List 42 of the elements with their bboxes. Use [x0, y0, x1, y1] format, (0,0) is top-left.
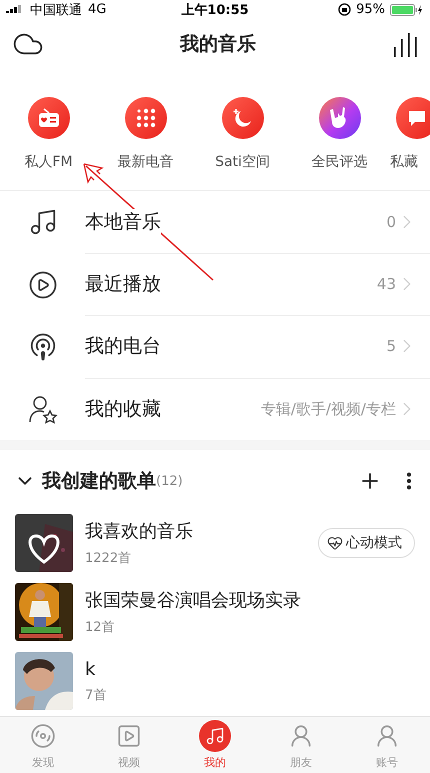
carrier-name: 中国联通 [30, 2, 82, 19]
shortcut-button[interactable] [318, 97, 360, 140]
page-title: 我的音乐 [180, 32, 256, 58]
shortcut-button[interactable] [28, 97, 70, 140]
section-title: 我创建的歌单 [42, 469, 156, 494]
moon-icon [232, 107, 254, 130]
shortcut-button[interactable] [396, 97, 430, 140]
battery-percent: 95% [356, 2, 385, 18]
menu-item-count: 43 [376, 275, 396, 294]
menu-item-count: 5 [386, 337, 396, 356]
section-count: (12) [156, 474, 184, 489]
track-count: 1222首 [85, 550, 132, 567]
shortcut-label[interactable]: 最新电音 [118, 153, 174, 170]
track-count: 12首 [85, 618, 116, 636]
battery-charging-icon [390, 4, 424, 16]
playlist-name[interactable]: k [85, 658, 415, 680]
heart-pulse-icon [327, 534, 343, 551]
shortcut-label[interactable]: 私人FM [24, 153, 73, 170]
dots-grid-icon [136, 108, 156, 128]
shortcut-button[interactable] [222, 97, 264, 140]
menu-item-count: 0 [386, 212, 396, 231]
shortcut-label[interactable]: 私藏 [390, 153, 418, 170]
radio-icon [38, 108, 60, 128]
rotation-lock-icon [338, 3, 352, 16]
user-star-icon [28, 394, 58, 424]
playlist-name[interactable]: 张国荣曼谷演唱会现场实录 [85, 588, 415, 612]
signal-icon [6, 4, 24, 15]
network-type: 4G [88, 2, 106, 18]
tab-button[interactable]: 我的 [172, 716, 258, 773]
equalizer-icon[interactable] [392, 31, 418, 58]
playlist-name[interactable]: 我喜欢的音乐 [85, 518, 306, 543]
shortcut-label[interactable]: Sati空间 [215, 153, 270, 170]
play-circle-icon [28, 270, 58, 300]
menu-item-count: 专辑/歌手/视频/专栏 [260, 400, 396, 419]
heart-mode-button[interactable]: 心动模式 [318, 528, 415, 558]
chat-icon [407, 109, 427, 128]
clock-time: 上午10:55 [181, 2, 249, 19]
music-note-icon [199, 720, 231, 752]
shortcut-label[interactable]: 全民评选 [312, 153, 368, 170]
shortcut-button[interactable] [124, 97, 166, 140]
menu-item-label[interactable]: 本地音乐 [85, 208, 161, 235]
track-count: 7首 [85, 686, 108, 704]
